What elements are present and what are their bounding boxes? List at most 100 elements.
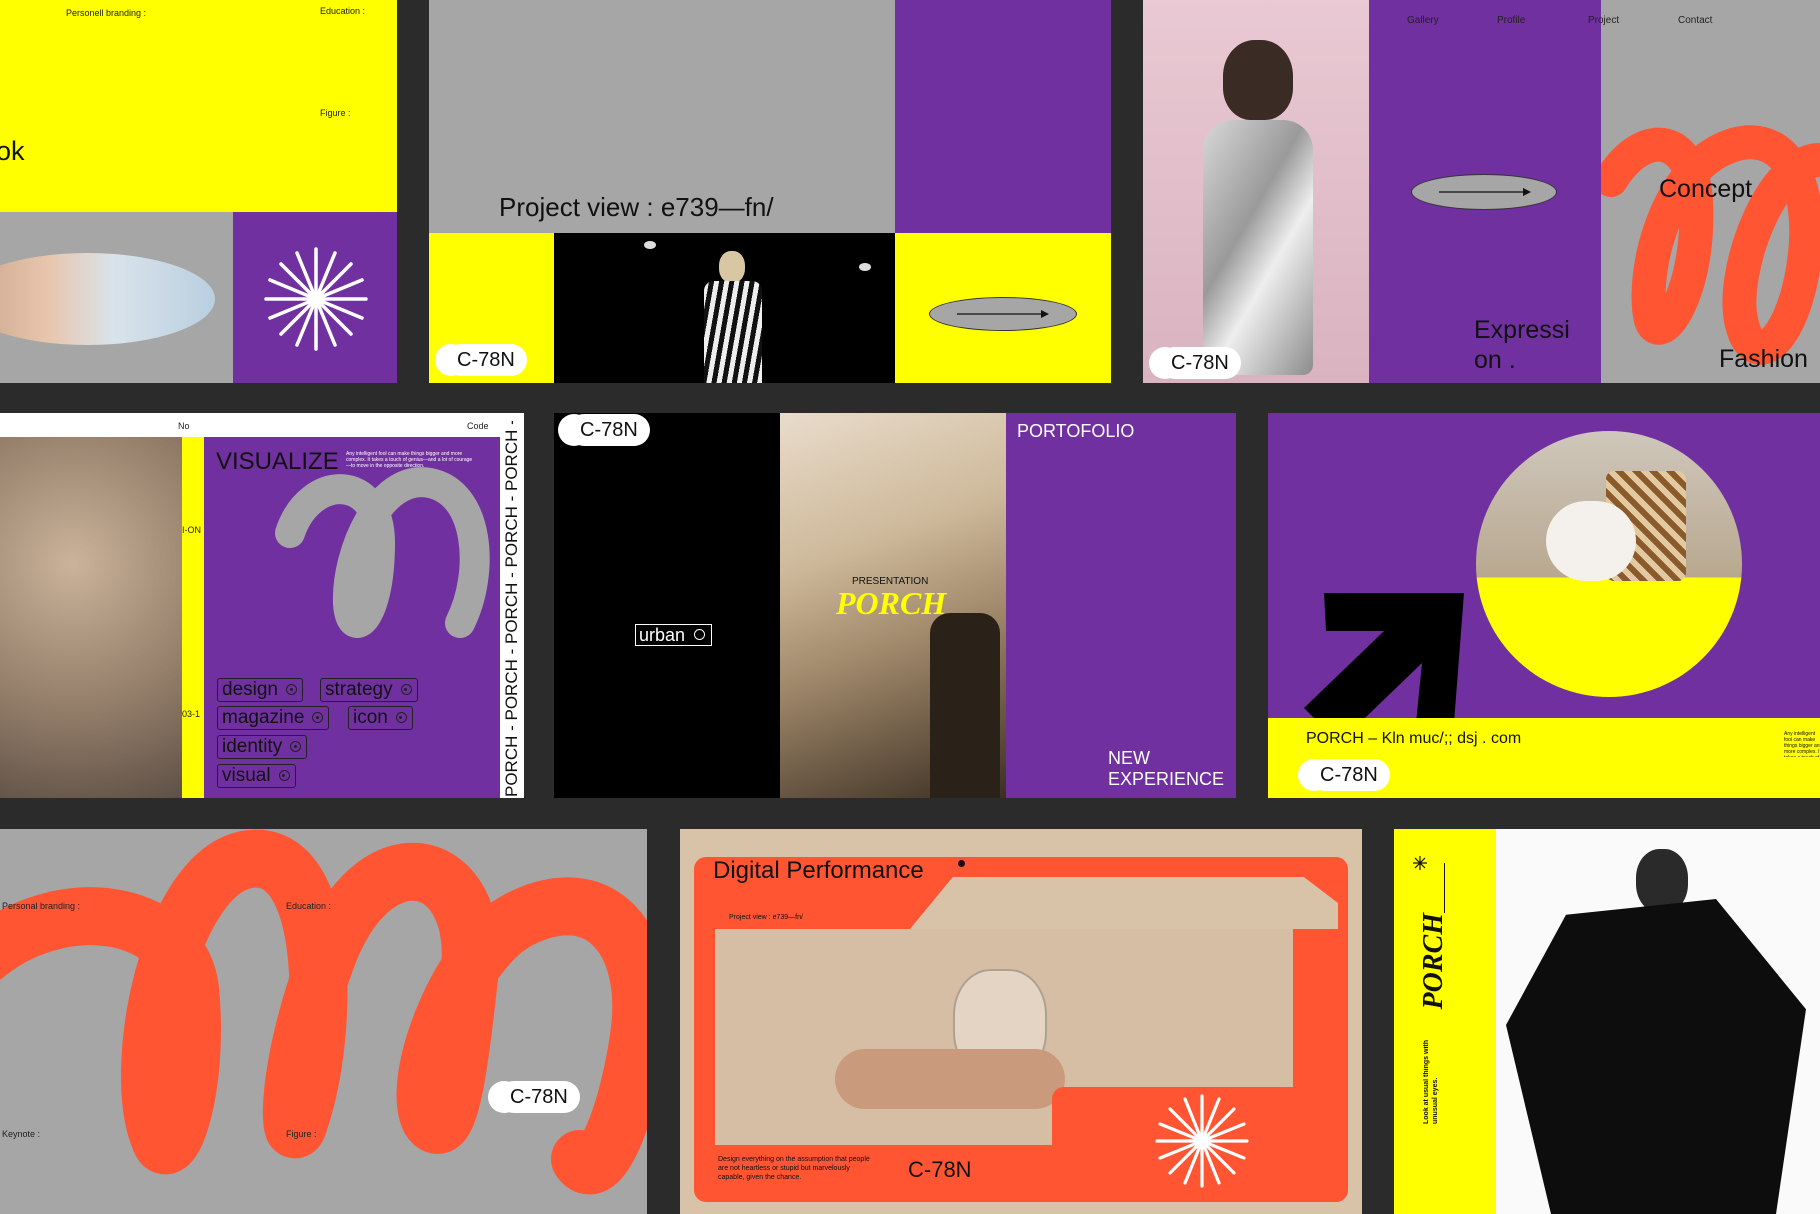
new-label: NEW — [1108, 748, 1150, 768]
starburst-icon — [1413, 856, 1427, 870]
code-label: C-78N — [908, 1157, 972, 1182]
ion-label: I-ON — [182, 525, 201, 535]
yellow-strip — [182, 437, 204, 798]
tagline: Look at usual things with unusual eyes. — [1423, 1040, 1439, 1124]
striped-jacket-photo — [554, 233, 895, 383]
tag-label: identity — [222, 736, 283, 757]
model-body — [704, 281, 762, 383]
slide-digital-performance: Digital Performance Project view : e739—… — [680, 829, 1362, 1214]
tag-magazine[interactable]: magazine — [217, 706, 330, 730]
tag-label: strategy — [325, 679, 393, 700]
radio-dot-icon — [286, 684, 297, 695]
bottle — [930, 613, 1000, 798]
slide-visualize: No Code I-ON 03-1 VISUALIZE Any intellig… — [0, 413, 524, 798]
tag-label: icon — [353, 707, 388, 728]
yellow-block — [0, 0, 397, 212]
nav-profile[interactable]: Profile — [1497, 15, 1525, 26]
arrow-right-icon — [1439, 188, 1531, 196]
purple-block — [1006, 413, 1236, 798]
flying-coat-photo — [1476, 431, 1742, 697]
radio-dot-icon — [395, 712, 407, 723]
porch-vertical-strip: PORCH - PORCH - PORCH - PORCH - PORCH - — [502, 421, 521, 797]
radio-dot-icon — [290, 741, 302, 752]
black-block — [554, 413, 780, 798]
tag-strategy[interactable]: strategy — [320, 678, 418, 702]
arrow-up-right-icon — [1304, 593, 1464, 718]
education-label: Education : — [320, 6, 366, 16]
tag-identity[interactable]: identity — [217, 735, 308, 759]
slide-personal-branding: Personell branding : Education : Figure … — [0, 0, 397, 383]
top-right-notch — [910, 877, 1338, 929]
black-coat — [1506, 899, 1806, 1214]
portofolio-title: PORTOFOLIO — [1017, 421, 1135, 441]
slide-portfolio: C-78N urban PRESENTATION PORCH PORTOFOLI… — [554, 413, 1236, 798]
no-label: No — [178, 421, 190, 431]
nav-project[interactable]: Project — [1588, 15, 1619, 26]
vertical-rule — [1444, 863, 1445, 913]
figure-label: Figure : — [320, 108, 351, 118]
figure-label: Figure : — [286, 1129, 317, 1139]
white-trousers — [1546, 501, 1636, 581]
radio-dot-icon — [694, 629, 706, 640]
tag-label: magazine — [222, 707, 305, 728]
hand — [835, 1049, 1065, 1109]
nav-gallery[interactable]: Gallery — [1407, 15, 1439, 26]
code-badge: C-78N — [435, 344, 527, 376]
education-label: Education : — [286, 901, 332, 911]
title-dot — [958, 860, 965, 867]
silver-dress-photo — [1143, 0, 1369, 383]
radio-dot-icon — [278, 770, 290, 781]
purple-block — [895, 0, 1111, 233]
orange-squiggle — [1601, 125, 1820, 365]
porch-logo: PORCH — [836, 585, 947, 621]
tag-visual[interactable]: visual — [217, 764, 296, 788]
slide-arrow-circle: PORCH – Kln muc/;; dsj . com Any intelli… — [1268, 413, 1820, 798]
digital-performance-title: Digital Performance — [713, 857, 924, 884]
expression-text: Expressi on . — [1474, 316, 1570, 374]
keynote-label: Keynote : — [2, 1129, 41, 1139]
nav-contact[interactable]: Contact — [1678, 15, 1712, 26]
model-hair — [1223, 40, 1293, 120]
radio-dot-icon — [400, 684, 412, 695]
personal-branding-label: Personell branding : — [66, 8, 147, 18]
slide-project-view: Project view : e739—fn/ C-78N — [429, 0, 1111, 383]
visualize-title: VISUALIZE — [216, 448, 339, 475]
silver-dress — [1203, 120, 1313, 375]
tag-label: design — [222, 679, 278, 700]
black-coat-photo — [1496, 829, 1820, 1214]
project-view-title: Project view : e739—fn/ — [499, 192, 774, 222]
yellow-strip — [1394, 829, 1496, 1214]
model-head — [719, 251, 745, 283]
project-view-sub: Project view : e739—fn/ — [729, 914, 803, 921]
group-portrait-photo — [0, 437, 182, 798]
code-badge: C-78N — [488, 1081, 580, 1113]
slide-orange-squiggle: Personal branding : Education : Keynote … — [0, 829, 647, 1214]
visualize-blurb: Any intelligent fool can make things big… — [346, 451, 473, 469]
tag-design[interactable]: design — [217, 678, 303, 702]
experience-label: EXPERIENCE — [1108, 769, 1225, 789]
urban-tag[interactable]: urban — [635, 624, 713, 646]
slide-fashion-concept: Gallery Profile Project Contact Expressi… — [1143, 0, 1820, 383]
tag-label: visual — [222, 765, 271, 786]
code-badge: C-78N — [1298, 759, 1390, 791]
porch-url[interactable]: PORCH – Kln muc/;; dsj . com — [1306, 730, 1521, 748]
code-label: Code — [467, 421, 489, 431]
personal-branding-label: Personal branding : — [2, 901, 81, 911]
gray-squiggle — [275, 467, 490, 638]
fashion-text: Fashion — [1719, 345, 1808, 373]
porch-vertical-logo: PORCH — [1418, 913, 1449, 1010]
footer-blurb: Any intelligent fool can make things big… — [1784, 731, 1820, 757]
spotlight — [644, 241, 656, 249]
code-badge: C-78N — [1149, 347, 1241, 379]
arrow-right-icon — [957, 310, 1049, 318]
slide-porch-editorial: PORCH Look at usual things with unusual … — [1394, 829, 1820, 1214]
starburst-icon — [264, 247, 368, 351]
tag-icon[interactable]: icon — [348, 706, 413, 730]
design-caption: Design everything on the assumption that… — [718, 1156, 870, 1181]
radio-dot-icon — [312, 712, 324, 723]
orange-squiggle — [0, 829, 647, 1195]
code-badge: C-78N — [558, 414, 650, 446]
concept-text: Concept — [1659, 175, 1753, 203]
number-label: 03-1 — [182, 709, 201, 719]
spotlight — [859, 263, 871, 271]
